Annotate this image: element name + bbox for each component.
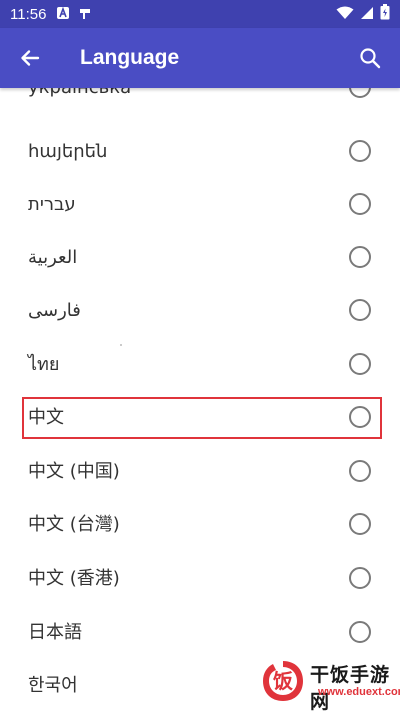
signal-flag-icon [78,5,92,24]
language-label: ไทย [28,354,60,375]
radio-button[interactable] [349,299,371,321]
list-item[interactable]: 中文 (台灣) [0,498,400,551]
list-item[interactable]: ไทย [0,338,400,391]
radio-button[interactable] [349,193,371,215]
list-item[interactable]: 中文 [0,391,400,444]
page-title: Language [80,46,180,69]
list-item[interactable]: 한국어 [0,659,400,712]
search-icon [360,48,381,69]
wifi-icon [336,5,354,24]
language-label: 中文 (中国) [28,461,120,482]
a-badge-icon [56,5,70,24]
radio-button[interactable] [349,567,371,589]
language-label: հայերեն [28,141,108,162]
cellular-icon [360,5,374,24]
radio-button[interactable] [349,88,371,98]
radio-button[interactable] [349,406,371,428]
back-button[interactable] [14,42,46,74]
list-item[interactable]: 中文 (中国) [0,445,400,498]
language-label: فارسی [28,300,81,321]
list-item[interactable]: 中文 (香港) [0,552,400,605]
language-label: العربية [28,247,78,268]
radio-button[interactable] [349,140,371,162]
status-time: 11:56 [10,5,47,23]
status-right-icons [336,4,390,24]
app-bar: Language [0,28,400,88]
language-label: 中文 (香港) [28,568,120,589]
search-button[interactable] [354,42,386,74]
language-label: 日本語 [28,622,82,643]
language-label: українська [28,88,131,114]
list-item[interactable]: հայերեն [0,125,400,178]
language-label: 中文 [28,407,64,428]
radio-button[interactable] [349,621,371,643]
language-label: 中文 (台灣) [28,514,120,535]
status-left-icons [56,5,92,24]
radio-button[interactable] [349,513,371,535]
list-item[interactable]: עברית [0,178,400,231]
list-item[interactable]: 日本語 [0,606,400,659]
list-item[interactable]: українська [0,88,400,114]
status-bar: 11:56 [0,0,400,28]
radio-button[interactable] [349,460,371,482]
radio-button[interactable] [349,246,371,268]
language-list[interactable]: українська հայերեն עברית العربية فارسی ไ… [0,88,400,712]
list-item[interactable]: العربية [0,231,400,284]
battery-icon [380,4,390,24]
language-label: 한국어 [28,675,78,696]
language-label: עברית [28,194,76,215]
arrow-left-icon [21,50,40,66]
dust-speck [120,344,122,346]
radio-button[interactable] [349,353,371,375]
list-item[interactable]: فارسی [0,284,400,337]
